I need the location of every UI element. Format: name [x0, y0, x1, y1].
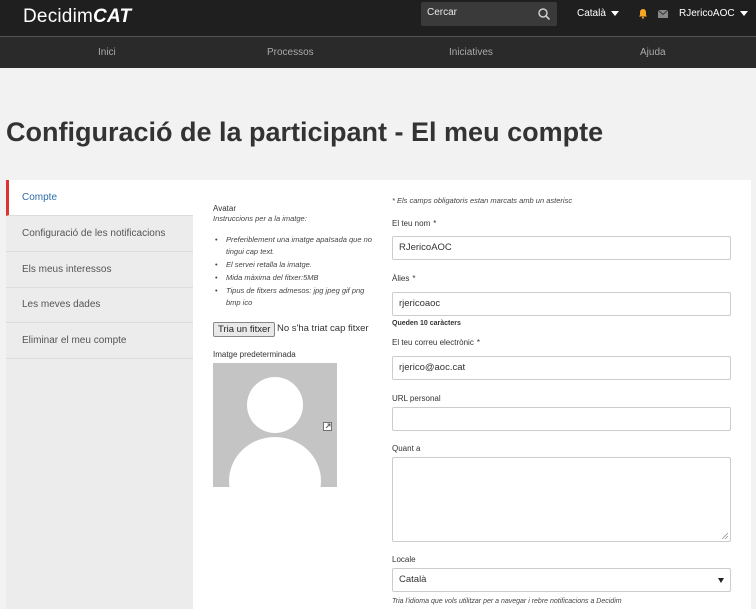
external-link-icon[interactable]: [323, 422, 332, 431]
list-item: El servei retalla la imatge.: [213, 259, 378, 271]
settings-sidebar: Compte Configuració de les notificacions…: [6, 180, 193, 609]
avatar-tips-list: Preferiblement una imatge apaïsada que n…: [213, 234, 378, 310]
page-title: Configuració de la participant - El meu …: [6, 117, 604, 147]
chevron-down-icon: [739, 10, 748, 16]
required-asterisk: *: [433, 219, 437, 228]
avatar-silhouette-icon: [229, 377, 321, 487]
required-fields-note: * Els camps obligatoris estan marcats am…: [392, 196, 573, 205]
nav-item-iniciatives[interactable]: Iniciatives: [449, 47, 493, 58]
about-textarea[interactable]: [392, 457, 731, 542]
language-label: Català: [577, 8, 606, 19]
alias-field[interactable]: rjericoaoc: [392, 292, 731, 316]
required-asterisk: *: [412, 274, 416, 283]
decidim-logo[interactable]: DecidimCAT: [23, 6, 131, 28]
personal-url-label: URL personal: [392, 394, 441, 403]
sidebar-item-notificacions[interactable]: Configuració de les notificacions: [6, 216, 193, 252]
sidebar-item-dades[interactable]: Les meves dades: [6, 287, 193, 323]
default-avatar-image: [213, 363, 337, 487]
search-placeholder: Cercar: [427, 7, 458, 18]
required-asterisk: *: [476, 338, 480, 347]
list-item: Mida màxima del fitxer:5MB: [213, 272, 378, 284]
about-label: Quant a: [392, 444, 421, 453]
chevron-down-icon: [610, 10, 619, 16]
email-label: El teu correu electrònic *: [392, 338, 480, 347]
search-input[interactable]: Cercar: [421, 2, 557, 26]
top-bar: DecidimCAT Cercar Català RJericoAOC: [0, 0, 756, 36]
sidebar-item-interessos[interactable]: Els meus interessos: [6, 252, 193, 288]
username: RJericoAOC: [679, 8, 735, 19]
locale-label: Locale: [392, 555, 416, 564]
name-field[interactable]: RJericoAOC: [392, 236, 731, 260]
main-navigation: Inici Processos Iniciatives Ajuda: [0, 36, 756, 68]
locale-select[interactable]: Català: [392, 568, 731, 592]
file-status: No s'ha triat cap fitxer: [277, 323, 369, 334]
search-icon[interactable]: [537, 7, 551, 21]
language-selector[interactable]: Català: [577, 8, 619, 19]
user-menu[interactable]: RJericoAOC: [679, 8, 748, 19]
alias-label: Àlies *: [392, 274, 415, 283]
sidebar-item-compte[interactable]: Compte: [6, 180, 193, 216]
personal-url-field[interactable]: [392, 407, 731, 431]
nav-item-ajuda[interactable]: Ajuda: [640, 47, 666, 58]
locale-help-text: Tria l'idioma que vols utilitzar per a n…: [392, 598, 622, 605]
resize-handle-icon[interactable]: [722, 533, 728, 539]
name-label-text: El teu nom: [392, 219, 431, 228]
alias-char-counter: Queden 10 caràcters: [392, 320, 461, 327]
choose-file-button[interactable]: Tria un fitxer: [213, 322, 276, 337]
logo-text: Decidim: [23, 6, 94, 27]
nav-item-inici[interactable]: Inici: [98, 47, 116, 58]
name-label: El teu nom *: [392, 219, 436, 228]
email-label-text: El teu correu electrònic: [392, 338, 474, 347]
alias-label-text: Àlies: [392, 274, 410, 283]
avatar-title: Avatar: [213, 204, 236, 213]
list-item: Preferiblement una imatge apaïsada que n…: [213, 234, 378, 258]
bell-icon[interactable]: [638, 8, 648, 19]
sidebar-item-eliminar-compte[interactable]: Eliminar el meu compte: [6, 323, 193, 359]
avatar-instructions: Instruccions per a la imatge:: [213, 214, 307, 223]
account-form-panel: Avatar Instruccions per a la imatge: Pre…: [193, 180, 751, 609]
mail-icon[interactable]: [658, 10, 668, 18]
chevron-down-icon: [718, 578, 724, 583]
locale-selected-value: Català: [399, 574, 427, 585]
email-field[interactable]: rjerico@aoc.cat: [392, 356, 731, 380]
default-image-label: Imatge predeterminada: [213, 350, 296, 359]
nav-item-processos[interactable]: Processos: [267, 47, 314, 58]
list-item: Tipus de fitxers admesos: jpg jpeg gif p…: [213, 285, 378, 309]
logo-text-bold: CAT: [93, 6, 132, 27]
